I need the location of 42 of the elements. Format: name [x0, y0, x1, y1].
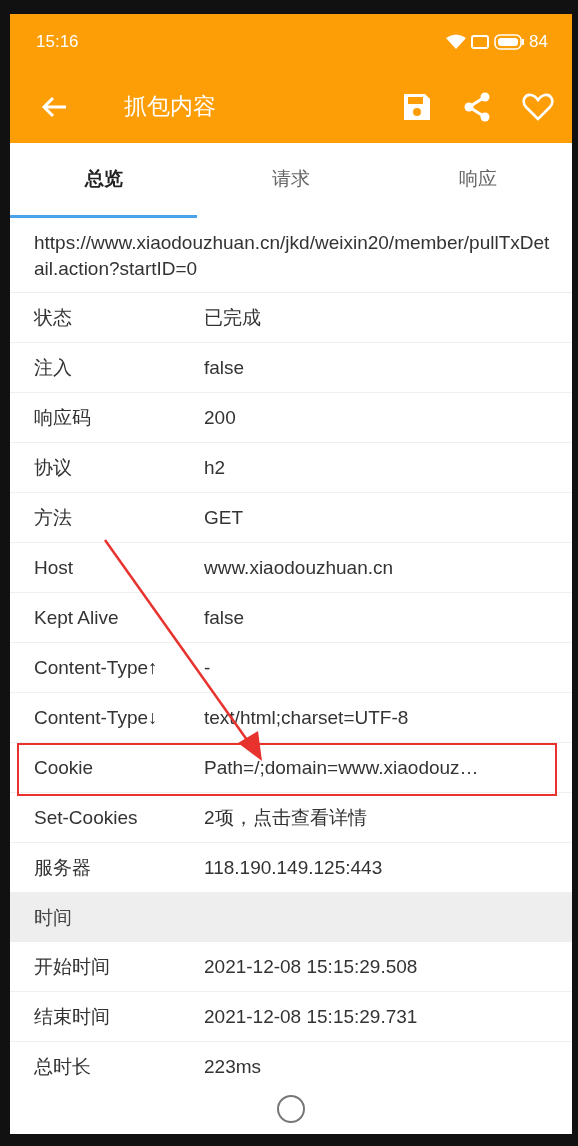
field-value: GET — [204, 506, 244, 529]
field-label: 开始时间 — [33, 954, 111, 979]
field-value: false — [204, 606, 245, 629]
field-label: Set-Cookies — [33, 806, 139, 829]
page-title: 抓包内容 — [124, 92, 217, 121]
heart-icon[interactable] — [522, 92, 554, 121]
share-icon[interactable] — [462, 91, 492, 122]
field-label: 结束时间 — [33, 1004, 111, 1029]
field-value: false — [204, 356, 245, 379]
back-arrow-icon[interactable] — [40, 94, 68, 119]
field-label: Host — [33, 556, 75, 579]
request-url: https://www.xiaodouzhuan.cn/jkd/weixin20/member/pullTxDetail.action?startID=0 — [10, 218, 572, 293]
save-icon[interactable] — [402, 91, 432, 122]
status-time: 15:16 — [36, 32, 79, 52]
field-label: 状态 — [33, 305, 73, 330]
field-value: 2项，点击查看详情 — [204, 805, 367, 830]
field-label: Content-Type↑ — [33, 656, 159, 679]
battery-icon — [494, 34, 525, 50]
field-value: Path=/;domain=www.xiaodouz… — [204, 756, 479, 779]
field-label: 方法 — [33, 505, 73, 530]
field-label: 服务器 — [33, 855, 92, 880]
wifi-icon — [446, 34, 467, 50]
field-label: Cookie — [33, 756, 95, 779]
field-label: 总时长 — [33, 1054, 92, 1079]
field-label: 注入 — [33, 355, 73, 380]
home-button[interactable] — [277, 1095, 305, 1123]
field-value: - — [204, 656, 211, 679]
field-value: 200 — [204, 406, 236, 429]
field-value: 已完成 — [204, 305, 261, 330]
field-value: 2021-12-08 15:15:29.731 — [204, 1005, 418, 1028]
field-label: Kept Alive — [33, 606, 120, 629]
field-value: 2021-12-08 15:15:29.508 — [204, 955, 418, 978]
field-label: 响应码 — [33, 405, 92, 430]
section-header: 时间 — [10, 893, 572, 942]
field-label: Content-Type↓ — [33, 706, 159, 729]
field-value: h2 — [204, 456, 226, 479]
field-value: 118.190.149.125:443 — [204, 856, 383, 879]
field-label: 协议 — [33, 455, 73, 480]
field-value: 223ms — [204, 1055, 262, 1078]
sim-card-icon — [471, 35, 490, 49]
battery-level: 84 — [529, 32, 548, 52]
field-value: www.xiaodouzhuan.cn — [204, 556, 394, 579]
